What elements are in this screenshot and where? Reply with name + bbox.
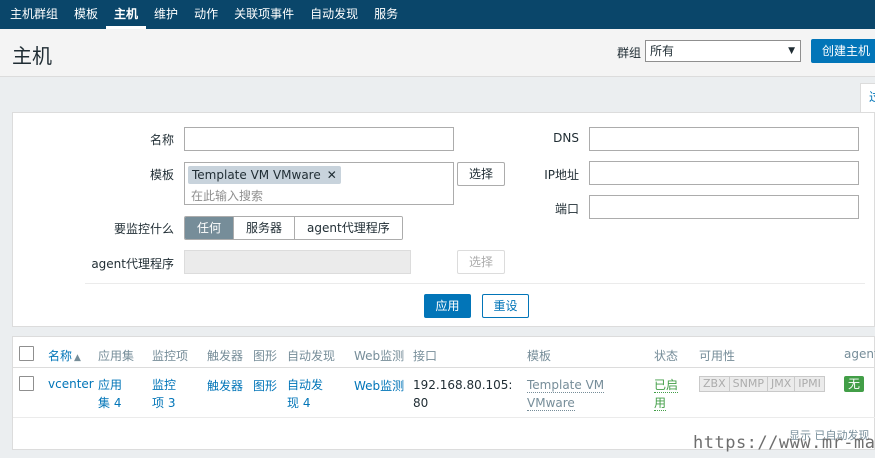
name-input[interactable] — [184, 127, 454, 151]
ip-input[interactable] — [589, 161, 859, 185]
proxy-input — [184, 250, 411, 274]
page-header: 主机 群组 所有 ▼ 创建主机 — [0, 29, 875, 77]
monitor-option-any[interactable]: 任何 — [185, 217, 235, 239]
nav-maintenance[interactable]: 维护 — [146, 0, 186, 29]
ip-label: IP地址 — [544, 168, 579, 182]
column-header-web: Web监测 — [354, 349, 405, 363]
group-label: 群组 — [617, 46, 642, 60]
host-items-link[interactable]: 监控项 3 — [152, 376, 184, 412]
host-interface: 192.168.80.105: 80 — [413, 378, 513, 410]
sort-asc-icon: ▲ — [74, 353, 81, 363]
nav-event-correlation[interactable]: 关联项事件 — [226, 0, 302, 29]
host-status-link[interactable]: 已启用 — [654, 378, 679, 411]
close-icon[interactable]: ✕ — [327, 168, 337, 182]
host-apps-link[interactable]: 应用集 4 — [98, 376, 130, 412]
nav-discovery[interactable]: 自动发现 — [302, 0, 366, 29]
group-select-value: 所有 — [650, 44, 675, 58]
nav-hosts[interactable]: 主机 — [106, 0, 146, 29]
availability-zbx: ZBX — [699, 376, 730, 392]
watermark: https://www.mr-mao.cn — [693, 433, 875, 453]
column-header-items: 监控项 — [152, 349, 189, 363]
proxy-label: agent代理程序 — [91, 257, 174, 271]
template-search-placeholder: 在此输入搜索 — [191, 189, 264, 203]
filter-tab[interactable]: 过 — [860, 83, 875, 113]
column-header-status: 状态 — [654, 349, 679, 363]
group-select[interactable]: 所有 ▼ — [645, 40, 801, 62]
filter-divider — [85, 283, 865, 284]
availability-snmp: SNMP — [728, 376, 768, 392]
dns-label: DNS — [553, 131, 579, 145]
host-template-link[interactable]: Template VM VMware — [527, 378, 605, 411]
host-template-cell: Template VM VMware — [527, 376, 607, 412]
column-header-graphs: 图形 — [253, 349, 278, 363]
nav-actions[interactable]: 动作 — [186, 0, 226, 29]
host-graphs-link[interactable]: 图形 — [253, 377, 277, 394]
table-header-divider — [13, 367, 875, 368]
select-all-checkbox[interactable] — [19, 346, 34, 361]
host-web-link[interactable]: Web监测 — [354, 377, 404, 394]
column-header-name-label: 名称 — [48, 349, 73, 363]
column-header-availability: 可用性 — [699, 349, 736, 363]
template-multiselect[interactable]: Template VM VMware ✕ 在此输入搜索 — [184, 162, 454, 205]
page-title: 主机 — [12, 44, 52, 68]
monitor-label: 要监控什么 — [113, 222, 174, 236]
column-header-agent: agent — [844, 347, 875, 361]
chevron-down-icon: ▼ — [788, 46, 795, 56]
host-name-link[interactable]: vcenter — [48, 377, 94, 391]
column-header-triggers: 触发器 — [207, 349, 244, 363]
name-label: 名称 — [149, 133, 174, 147]
port-label: 端口 — [554, 202, 579, 216]
column-header-discovery: 自动发现 — [287, 349, 336, 363]
template-label: 模板 — [149, 168, 174, 182]
monitor-segmented-control: 任何 服务器 agent代理程序 — [184, 216, 403, 240]
row-checkbox[interactable] — [19, 376, 34, 391]
availability-badges: ZBX SNMP JMX IPMI — [699, 376, 825, 392]
reset-button[interactable]: 重设 — [482, 294, 529, 318]
create-host-button[interactable]: 创建主机 — [811, 39, 875, 63]
availability-ipmi: IPMI — [794, 376, 825, 392]
template-tag: Template VM VMware ✕ — [188, 166, 341, 184]
dns-input[interactable] — [589, 127, 859, 151]
column-header-templates: 模板 — [527, 349, 552, 363]
nav-templates[interactable]: 模板 — [66, 0, 106, 29]
column-header-name[interactable]: 名称 ▲ — [48, 347, 81, 364]
availability-jmx: JMX — [766, 376, 796, 392]
template-tag-label: Template VM VMware — [192, 168, 321, 182]
top-nav: 主机群组 模板 主机 维护 动作 关联项事件 自动发现 服务 — [0, 0, 875, 29]
nav-services[interactable]: 服务 — [366, 0, 406, 29]
agent-encryption-badge: 无 — [844, 376, 865, 392]
filter-panel: 名称 模板 Template VM VMware ✕ 在此输入搜索 选择 要监控什… — [12, 112, 875, 327]
column-header-apps: 应用集 — [98, 349, 135, 363]
proxy-select-button: 选择 — [457, 250, 505, 274]
table-footer-divider — [13, 417, 875, 418]
monitor-option-server[interactable]: 服务器 — [234, 217, 296, 239]
column-header-interface: 接口 — [413, 349, 438, 363]
nav-host-groups[interactable]: 主机群组 — [0, 0, 66, 29]
host-triggers-link[interactable]: 触发器 — [207, 377, 243, 394]
monitor-option-agent-proxy[interactable]: agent代理程序 — [295, 217, 402, 239]
apply-button[interactable]: 应用 — [424, 294, 471, 318]
port-input[interactable] — [589, 195, 859, 219]
host-discovery-link[interactable]: 自动发现 4 — [287, 376, 331, 412]
host-status-cell: 已启用 — [654, 376, 682, 412]
